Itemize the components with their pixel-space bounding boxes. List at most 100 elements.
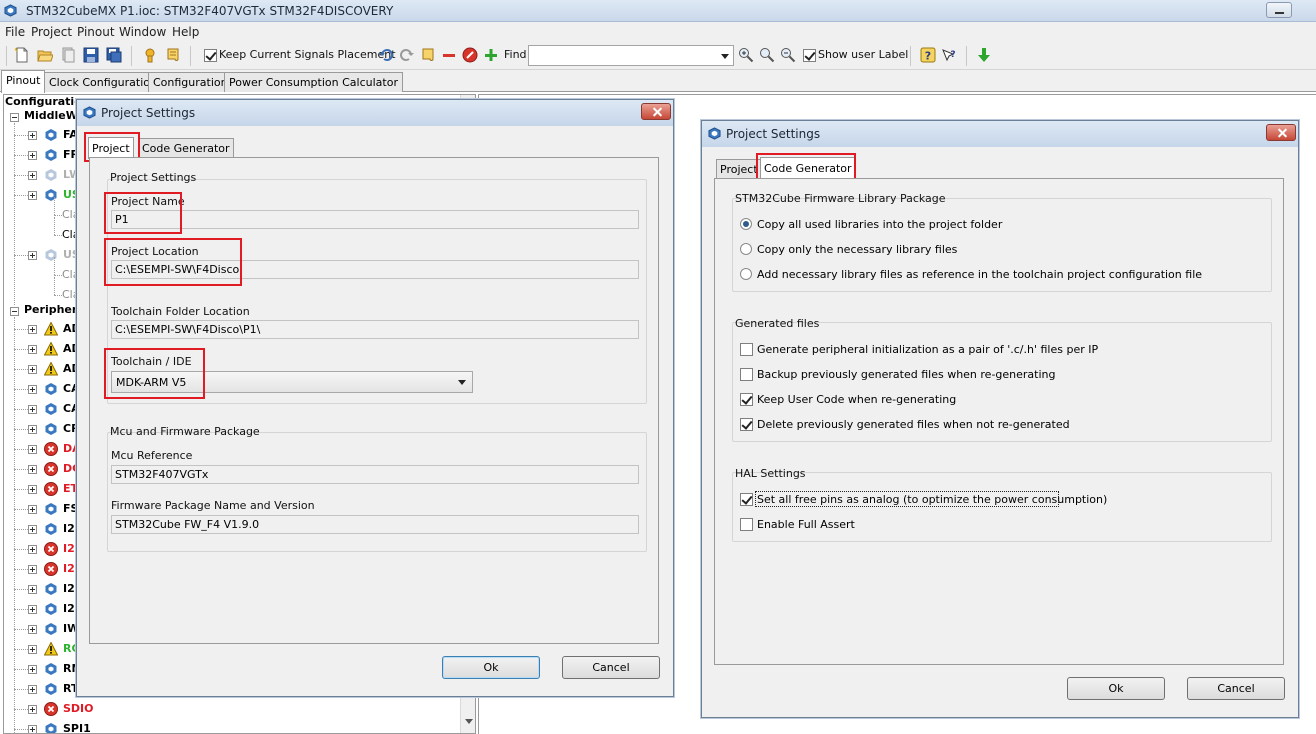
radio-button[interactable] bbox=[740, 218, 752, 230]
minimize-button[interactable] bbox=[1266, 2, 1292, 18]
radio-option[interactable]: Add necessary library files as reference… bbox=[740, 266, 1260, 284]
expand-icon[interactable] bbox=[28, 445, 37, 454]
script-icon[interactable] bbox=[165, 47, 181, 63]
menu-window[interactable]: Window bbox=[119, 25, 166, 39]
save-icon[interactable] bbox=[83, 47, 99, 63]
project-name-field[interactable]: P1 bbox=[111, 210, 639, 229]
tab-code-generator[interactable]: Code Generator bbox=[138, 138, 234, 158]
script-load-icon[interactable] bbox=[420, 47, 436, 63]
radio-option[interactable]: Copy only the necessary library files bbox=[740, 241, 1260, 259]
clear-pinout-icon[interactable] bbox=[462, 47, 478, 63]
expand-icon[interactable] bbox=[28, 425, 37, 434]
expand-icon[interactable] bbox=[28, 625, 37, 634]
menu-pinout[interactable]: Pinout bbox=[77, 25, 115, 39]
checkbox-option[interactable]: Enable Full Assert bbox=[740, 516, 1260, 534]
expand-icon[interactable] bbox=[28, 465, 37, 474]
generate-code-icon[interactable] bbox=[976, 47, 992, 63]
checkbox[interactable] bbox=[740, 518, 753, 531]
recent-files-icon[interactable] bbox=[60, 47, 76, 63]
tab-project[interactable]: Project bbox=[88, 137, 134, 159]
minus-icon[interactable] bbox=[441, 47, 457, 63]
zoom-out-icon[interactable] bbox=[780, 47, 796, 63]
scroll-down-arrow-icon[interactable] bbox=[465, 719, 473, 725]
zoom-fit-icon[interactable] bbox=[759, 47, 775, 63]
expand-icon[interactable] bbox=[28, 385, 37, 394]
cancel-button[interactable]: Cancel bbox=[1187, 677, 1285, 700]
redo-icon[interactable] bbox=[399, 47, 415, 63]
close-button[interactable] bbox=[1266, 124, 1296, 141]
find-combobox[interactable] bbox=[528, 45, 734, 66]
project-location-field[interactable]: C:\ESEMPI-SW\F4Disco bbox=[111, 260, 639, 279]
save-as-icon[interactable] bbox=[106, 47, 122, 63]
component-icon bbox=[45, 683, 57, 695]
zoom-in-icon[interactable] bbox=[738, 47, 754, 63]
expand-icon[interactable] bbox=[28, 405, 37, 414]
mcu-reference-field[interactable]: STM32F407VGTx bbox=[111, 465, 639, 484]
checkbox[interactable] bbox=[740, 418, 753, 431]
expand-icon[interactable] bbox=[28, 191, 37, 200]
radio-option[interactable]: Copy all used libraries into the project… bbox=[740, 216, 1260, 234]
expand-icon[interactable] bbox=[28, 131, 37, 140]
plus-icon[interactable] bbox=[483, 47, 499, 63]
close-button[interactable] bbox=[641, 103, 671, 120]
tab-code-generator[interactable]: Code Generator bbox=[760, 157, 856, 179]
checkbox-option[interactable]: Set all free pins as analog (to optimize… bbox=[740, 491, 1260, 509]
expand-icon[interactable] bbox=[28, 605, 37, 614]
collapse-icon[interactable] bbox=[10, 307, 19, 316]
minimize-icon bbox=[1275, 12, 1284, 14]
collapse-icon[interactable] bbox=[10, 113, 19, 122]
ok-button[interactable]: Ok bbox=[442, 656, 540, 679]
cancel-button[interactable]: Cancel bbox=[562, 656, 660, 679]
expand-icon[interactable] bbox=[28, 685, 37, 694]
expand-icon[interactable] bbox=[28, 325, 37, 334]
show-user-label-checkbox[interactable] bbox=[803, 49, 816, 62]
expand-icon[interactable] bbox=[28, 365, 37, 374]
checkbox-option[interactable]: Keep User Code when re-generating bbox=[740, 391, 1260, 409]
expand-icon[interactable] bbox=[28, 665, 37, 674]
pin-tool-icon[interactable] bbox=[142, 47, 158, 63]
checkbox-option[interactable]: Generate peripheral initialization as a … bbox=[740, 341, 1260, 359]
open-folder-icon[interactable] bbox=[37, 47, 53, 63]
firmware-package-field[interactable]: STM32Cube FW_F4 V1.9.0 bbox=[111, 515, 639, 534]
checkbox[interactable] bbox=[740, 343, 753, 356]
ok-button[interactable]: Ok bbox=[1067, 677, 1165, 700]
expand-icon[interactable] bbox=[28, 485, 37, 494]
expand-icon[interactable] bbox=[28, 345, 37, 354]
expand-icon[interactable] bbox=[28, 565, 37, 574]
new-file-icon[interactable] bbox=[14, 47, 30, 63]
expand-icon[interactable] bbox=[28, 725, 37, 733]
checkbox[interactable] bbox=[740, 393, 753, 406]
expand-icon[interactable] bbox=[28, 525, 37, 534]
radio-button[interactable] bbox=[740, 268, 752, 280]
tab-power-consumption[interactable]: Power Consumption Calculator bbox=[224, 72, 403, 92]
toolchain-ide-select[interactable]: MDK-ARM V5 bbox=[111, 371, 473, 393]
tab-pinout[interactable]: Pinout bbox=[1, 70, 46, 93]
expand-icon[interactable] bbox=[28, 151, 37, 160]
checkbox-option[interactable]: Backup previously generated files when r… bbox=[740, 366, 1260, 384]
expand-icon[interactable] bbox=[28, 645, 37, 654]
tab-power-label: Power Consumption Calculator bbox=[229, 76, 398, 89]
checkbox[interactable] bbox=[740, 368, 753, 381]
expand-icon[interactable] bbox=[28, 171, 37, 180]
tab-project[interactable]: Project bbox=[716, 159, 762, 179]
checkbox-option[interactable]: Delete previously generated files when n… bbox=[740, 416, 1260, 434]
tab-clock-configuration[interactable]: Clock Configuration bbox=[44, 72, 162, 92]
menu-project[interactable]: Project bbox=[31, 25, 72, 39]
menu-file[interactable]: File bbox=[5, 25, 25, 39]
menu-help[interactable]: Help bbox=[172, 25, 199, 39]
tree-item[interactable]: SPI1 bbox=[4, 719, 454, 733]
expand-icon[interactable] bbox=[28, 705, 37, 714]
radio-button[interactable] bbox=[740, 243, 752, 255]
tree-item[interactable]: SDIO bbox=[4, 699, 454, 719]
checkbox[interactable] bbox=[740, 493, 753, 506]
help-icon[interactable]: ? bbox=[920, 47, 936, 63]
undo-icon[interactable] bbox=[378, 47, 394, 63]
expand-icon[interactable] bbox=[28, 585, 37, 594]
expand-icon[interactable] bbox=[28, 251, 37, 260]
toolchain-folder-field[interactable]: C:\ESEMPI-SW\F4Disco\P1\ bbox=[111, 320, 639, 339]
keep-signals-checkbox[interactable] bbox=[204, 49, 217, 62]
tab-configuration[interactable]: Configuration bbox=[148, 72, 233, 92]
context-help-icon[interactable]: ? bbox=[941, 47, 957, 63]
expand-icon[interactable] bbox=[28, 545, 37, 554]
expand-icon[interactable] bbox=[28, 505, 37, 514]
